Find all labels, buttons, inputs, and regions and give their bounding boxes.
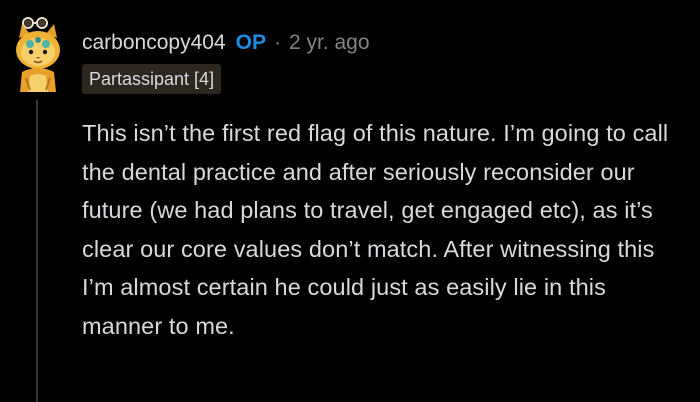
comment-body: This isn’t the first red flag of this na… [82,120,669,339]
thread-collapse-line[interactable] [36,100,38,402]
op-badge[interactable]: OP [236,31,266,55]
author-username[interactable]: carboncopy404 [82,31,226,55]
comment-header: carboncopy404 OP · 2 yr. ago [82,28,370,58]
comment-timestamp[interactable]: 2 yr. ago [289,31,370,55]
comment: carboncopy404 OP · 2 yr. ago Partassipan… [0,0,700,402]
cat-avatar-icon[interactable] [12,16,64,92]
user-flair: Partassipant [4] [82,64,222,94]
separator-dot: · [273,31,281,54]
